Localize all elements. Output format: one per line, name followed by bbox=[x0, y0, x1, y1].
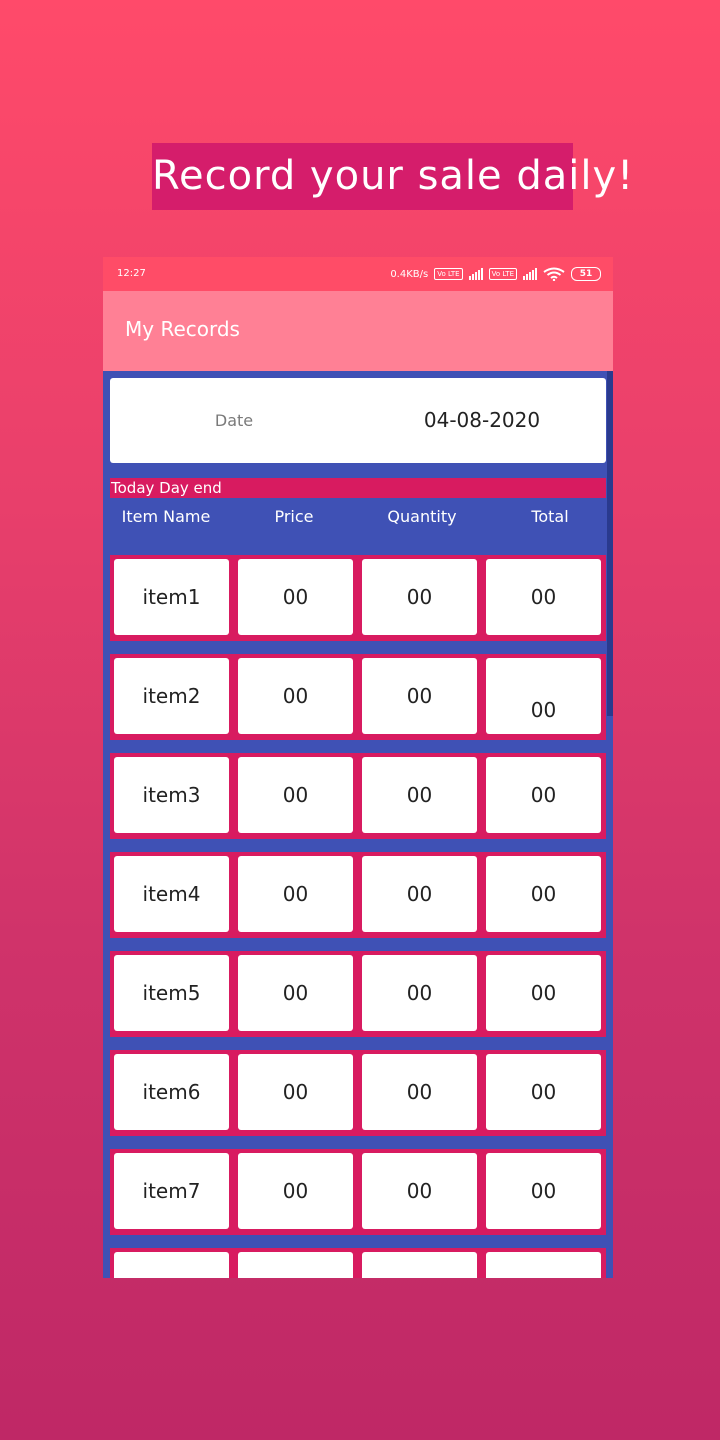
item-name-field[interactable]: item5 bbox=[114, 955, 229, 1031]
total-field[interactable]: 00 bbox=[486, 955, 601, 1031]
signal-icon bbox=[468, 268, 483, 280]
signal-icon bbox=[523, 268, 537, 280]
date-picker-field[interactable]: 04-08-2020 bbox=[358, 378, 606, 463]
item-name-field[interactable]: item3 bbox=[114, 757, 229, 833]
total-field[interactable]: 00 bbox=[486, 1153, 601, 1229]
quantity-field[interactable]: 00 bbox=[362, 658, 477, 734]
item-name-field[interactable]: item4 bbox=[114, 856, 229, 932]
price-field[interactable]: 00 bbox=[238, 658, 353, 734]
table-row: item4 00 00 00 bbox=[110, 852, 606, 938]
price-field[interactable]: 00 bbox=[238, 559, 353, 635]
table-row: item6 00 00 00 bbox=[110, 1050, 606, 1136]
table-row: item5 00 00 00 bbox=[110, 951, 606, 1037]
quantity-field[interactable]: 00 bbox=[362, 856, 477, 932]
quantity-field[interactable]: 00 bbox=[362, 955, 477, 1031]
battery-icon: 51 bbox=[571, 267, 601, 281]
volte-icon: Vo LTE bbox=[434, 268, 463, 280]
item-name-field[interactable]: item1 bbox=[114, 559, 229, 635]
price-field[interactable]: 00 bbox=[238, 856, 353, 932]
price-field[interactable]: 00 bbox=[238, 1054, 353, 1130]
status-bar: 12:27 0.4KB/s Vo LTE Vo LTE 51 bbox=[103, 257, 613, 291]
wifi-icon bbox=[543, 267, 565, 281]
total-field[interactable]: 00 bbox=[486, 658, 601, 734]
app-title: My Records bbox=[125, 317, 240, 341]
scrollbar-thumb[interactable] bbox=[607, 371, 613, 716]
table-row: item2 00 00 00 bbox=[110, 654, 606, 740]
volte-icon: Vo LTE bbox=[488, 268, 517, 280]
status-icons: 0.4KB/s Vo LTE Vo LTE 51 bbox=[390, 264, 601, 284]
quantity-field[interactable]: 00 bbox=[362, 559, 477, 635]
column-header-item-name: Item Name bbox=[121, 507, 211, 526]
date-card: Date 04-08-2020 bbox=[110, 378, 606, 463]
table-row: item1 00 00 00 bbox=[110, 555, 606, 641]
total-field[interactable]: 00 bbox=[486, 856, 601, 932]
total-field[interactable] bbox=[486, 1252, 601, 1278]
net-speed: 0.4KB/s bbox=[390, 268, 429, 280]
item-name-field[interactable]: item2 bbox=[114, 658, 229, 734]
total-field[interactable]: 00 bbox=[486, 1054, 601, 1130]
item-name-field[interactable] bbox=[114, 1252, 229, 1278]
phone-screen: 12:27 0.4KB/s Vo LTE Vo LTE 51 My Record… bbox=[103, 257, 613, 1278]
promo-title: Record your sale daily! bbox=[152, 143, 633, 210]
total-field[interactable]: 00 bbox=[486, 559, 601, 635]
date-label: Date bbox=[214, 411, 254, 430]
status-time: 12:27 bbox=[117, 268, 146, 279]
total-field[interactable]: 00 bbox=[486, 757, 601, 833]
column-header-total: Total bbox=[531, 507, 569, 526]
table-row: item3 00 00 00 bbox=[110, 753, 606, 839]
column-header-quantity: Quantity bbox=[387, 507, 457, 526]
column-header-price: Price bbox=[274, 507, 314, 526]
item-name-field[interactable]: item6 bbox=[114, 1054, 229, 1130]
quantity-field[interactable]: 00 bbox=[362, 1153, 477, 1229]
price-field[interactable] bbox=[238, 1252, 353, 1278]
price-field[interactable]: 00 bbox=[238, 1153, 353, 1229]
table-header: Item Name Price Quantity Total bbox=[103, 505, 613, 529]
price-field[interactable]: 00 bbox=[238, 955, 353, 1031]
quantity-field[interactable]: 00 bbox=[362, 757, 477, 833]
table-row bbox=[110, 1248, 606, 1278]
app-bar: My Records bbox=[103, 291, 613, 371]
price-field[interactable]: 00 bbox=[238, 757, 353, 833]
item-name-field[interactable]: item7 bbox=[114, 1153, 229, 1229]
table-row: item7 00 00 00 bbox=[110, 1149, 606, 1235]
quantity-field[interactable]: 00 bbox=[362, 1054, 477, 1130]
quantity-field[interactable] bbox=[362, 1252, 477, 1278]
section-title: Today Day end bbox=[110, 478, 606, 498]
